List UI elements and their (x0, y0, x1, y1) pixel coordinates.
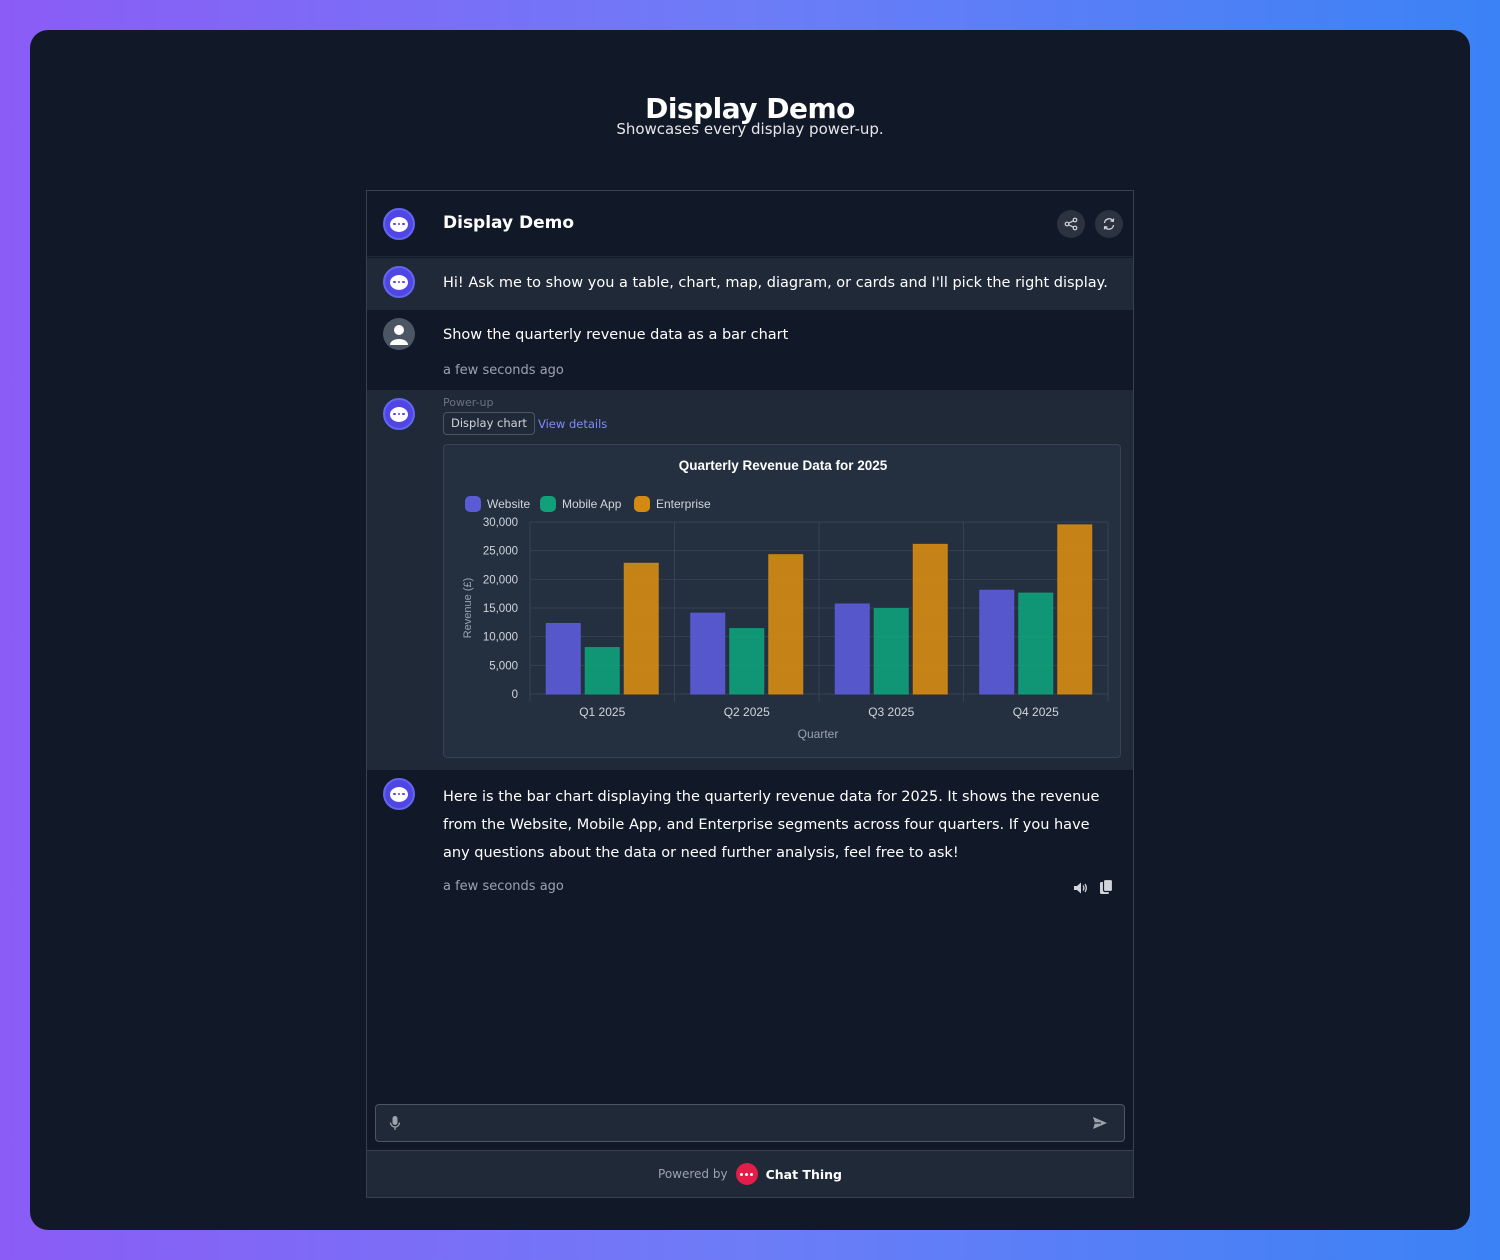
legend-label: Enterprise (656, 497, 711, 511)
chat-bubble-icon (390, 216, 408, 232)
y-tick-label: 30,000 (483, 517, 518, 529)
bar[interactable] (1018, 592, 1054, 695)
legend-label: Mobile App (562, 497, 622, 511)
chat-bubble-icon (390, 786, 408, 802)
refresh-icon (1103, 218, 1115, 230)
greeting-text: Hi! Ask me to show you a table, chart, m… (443, 275, 1108, 291)
answer-text: Here is the bar chart displaying the qua… (443, 789, 1100, 861)
brand-name[interactable]: Chat Thing (766, 1167, 842, 1182)
y-tick-label: 0 (512, 689, 518, 701)
speaker-icon[interactable] (1071, 879, 1089, 897)
user-message: Show the quarterly revenue data as a bar… (367, 310, 1133, 390)
bot-avatar (383, 266, 415, 298)
y-axis-label: Revenue (£) (462, 578, 474, 639)
y-tick-label: 5,000 (489, 660, 518, 672)
y-tick-label: 15,000 (483, 603, 518, 615)
bar[interactable] (979, 589, 1015, 695)
bar[interactable] (729, 628, 765, 695)
x-tick-label: Q1 2025 (579, 705, 625, 719)
bar[interactable] (690, 612, 726, 695)
chat-bubble-icon (390, 274, 408, 290)
y-tick-label: 25,000 (483, 546, 518, 558)
app-frame: Display Demo Showcases every display pow… (30, 30, 1470, 1230)
bar[interactable] (623, 562, 659, 695)
bar[interactable] (545, 622, 581, 695)
chart-card: Quarterly Revenue Data for 2025 Website M… (443, 444, 1121, 758)
powerup-label: Power-up (443, 396, 494, 409)
x-tick-label: Q3 2025 (868, 705, 914, 719)
user-avatar (383, 318, 415, 350)
legend-swatch (540, 496, 556, 512)
chat-title: Display Demo (443, 213, 575, 233)
bar-chart: Quarterly Revenue Data for 2025 Website M… (462, 458, 1109, 741)
y-tick-label: 10,000 (483, 632, 518, 644)
x-tick-label: Q4 2025 (1013, 705, 1059, 719)
message-input[interactable] (375, 1104, 1125, 1142)
x-axis-label: Quarter (798, 727, 839, 741)
copy-icon[interactable] (1097, 878, 1115, 896)
legend-item[interactable]: Mobile App (540, 496, 622, 512)
powered-by-label: Powered by (658, 1167, 728, 1181)
widget-footer: Powered by Chat Thing (367, 1150, 1133, 1197)
refresh-button[interactable] (1095, 210, 1123, 238)
x-axis-ticks: Q1 2025 Q2 2025 Q3 2025 Q4 2025 (579, 705, 1059, 719)
legend-label: Website (487, 497, 530, 511)
x-tick-label: Q2 2025 (724, 705, 770, 719)
bot-avatar (383, 398, 415, 430)
share-button[interactable] (1057, 210, 1085, 238)
send-icon[interactable] (1092, 1116, 1108, 1130)
bot-avatar (383, 208, 415, 240)
user-message-text: Show the quarterly revenue data as a bar… (443, 327, 789, 343)
share-icon (1064, 217, 1078, 231)
chat-widget: Display Demo Hi! Ask me to show you a ta… (366, 190, 1134, 1198)
bar[interactable] (912, 543, 948, 695)
chart-message: Power-up Display chart View details Quar… (367, 390, 1133, 770)
answer-time: a few seconds ago (443, 879, 564, 894)
bar[interactable] (584, 647, 620, 695)
greeting-message: Hi! Ask me to show you a table, chart, m… (367, 258, 1133, 310)
view-details-link[interactable]: View details (538, 417, 607, 431)
bar[interactable] (768, 554, 804, 695)
chat-bubble-icon (390, 406, 408, 422)
user-message-time: a few seconds ago (443, 363, 564, 378)
y-tick-label: 20,000 (483, 574, 518, 586)
chat-header: Display Demo (367, 191, 1133, 257)
page-subtitle: Showcases every display power-up. (616, 120, 884, 138)
chat-thing-logo (735, 1163, 758, 1185)
bar[interactable] (1057, 524, 1093, 695)
powerup-chip[interactable]: Display chart (443, 412, 535, 435)
answer-message: Here is the bar chart displaying the qua… (367, 770, 1133, 910)
y-axis-ticks: 0 5,000 10,000 15,000 20,000 25,000 30,000 (483, 517, 518, 701)
user-icon (390, 325, 408, 345)
bar[interactable] (834, 603, 870, 695)
bar[interactable] (873, 608, 909, 695)
chart-title: Quarterly Revenue Data for 2025 (679, 458, 888, 473)
legend-item[interactable]: Website (465, 496, 530, 512)
legend-swatch (465, 496, 481, 512)
bot-avatar (383, 778, 415, 810)
microphone-icon[interactable] (388, 1115, 402, 1131)
chart-legend: Website Mobile App Enterprise (465, 496, 711, 512)
legend-swatch (634, 496, 650, 512)
legend-item[interactable]: Enterprise (634, 496, 711, 512)
